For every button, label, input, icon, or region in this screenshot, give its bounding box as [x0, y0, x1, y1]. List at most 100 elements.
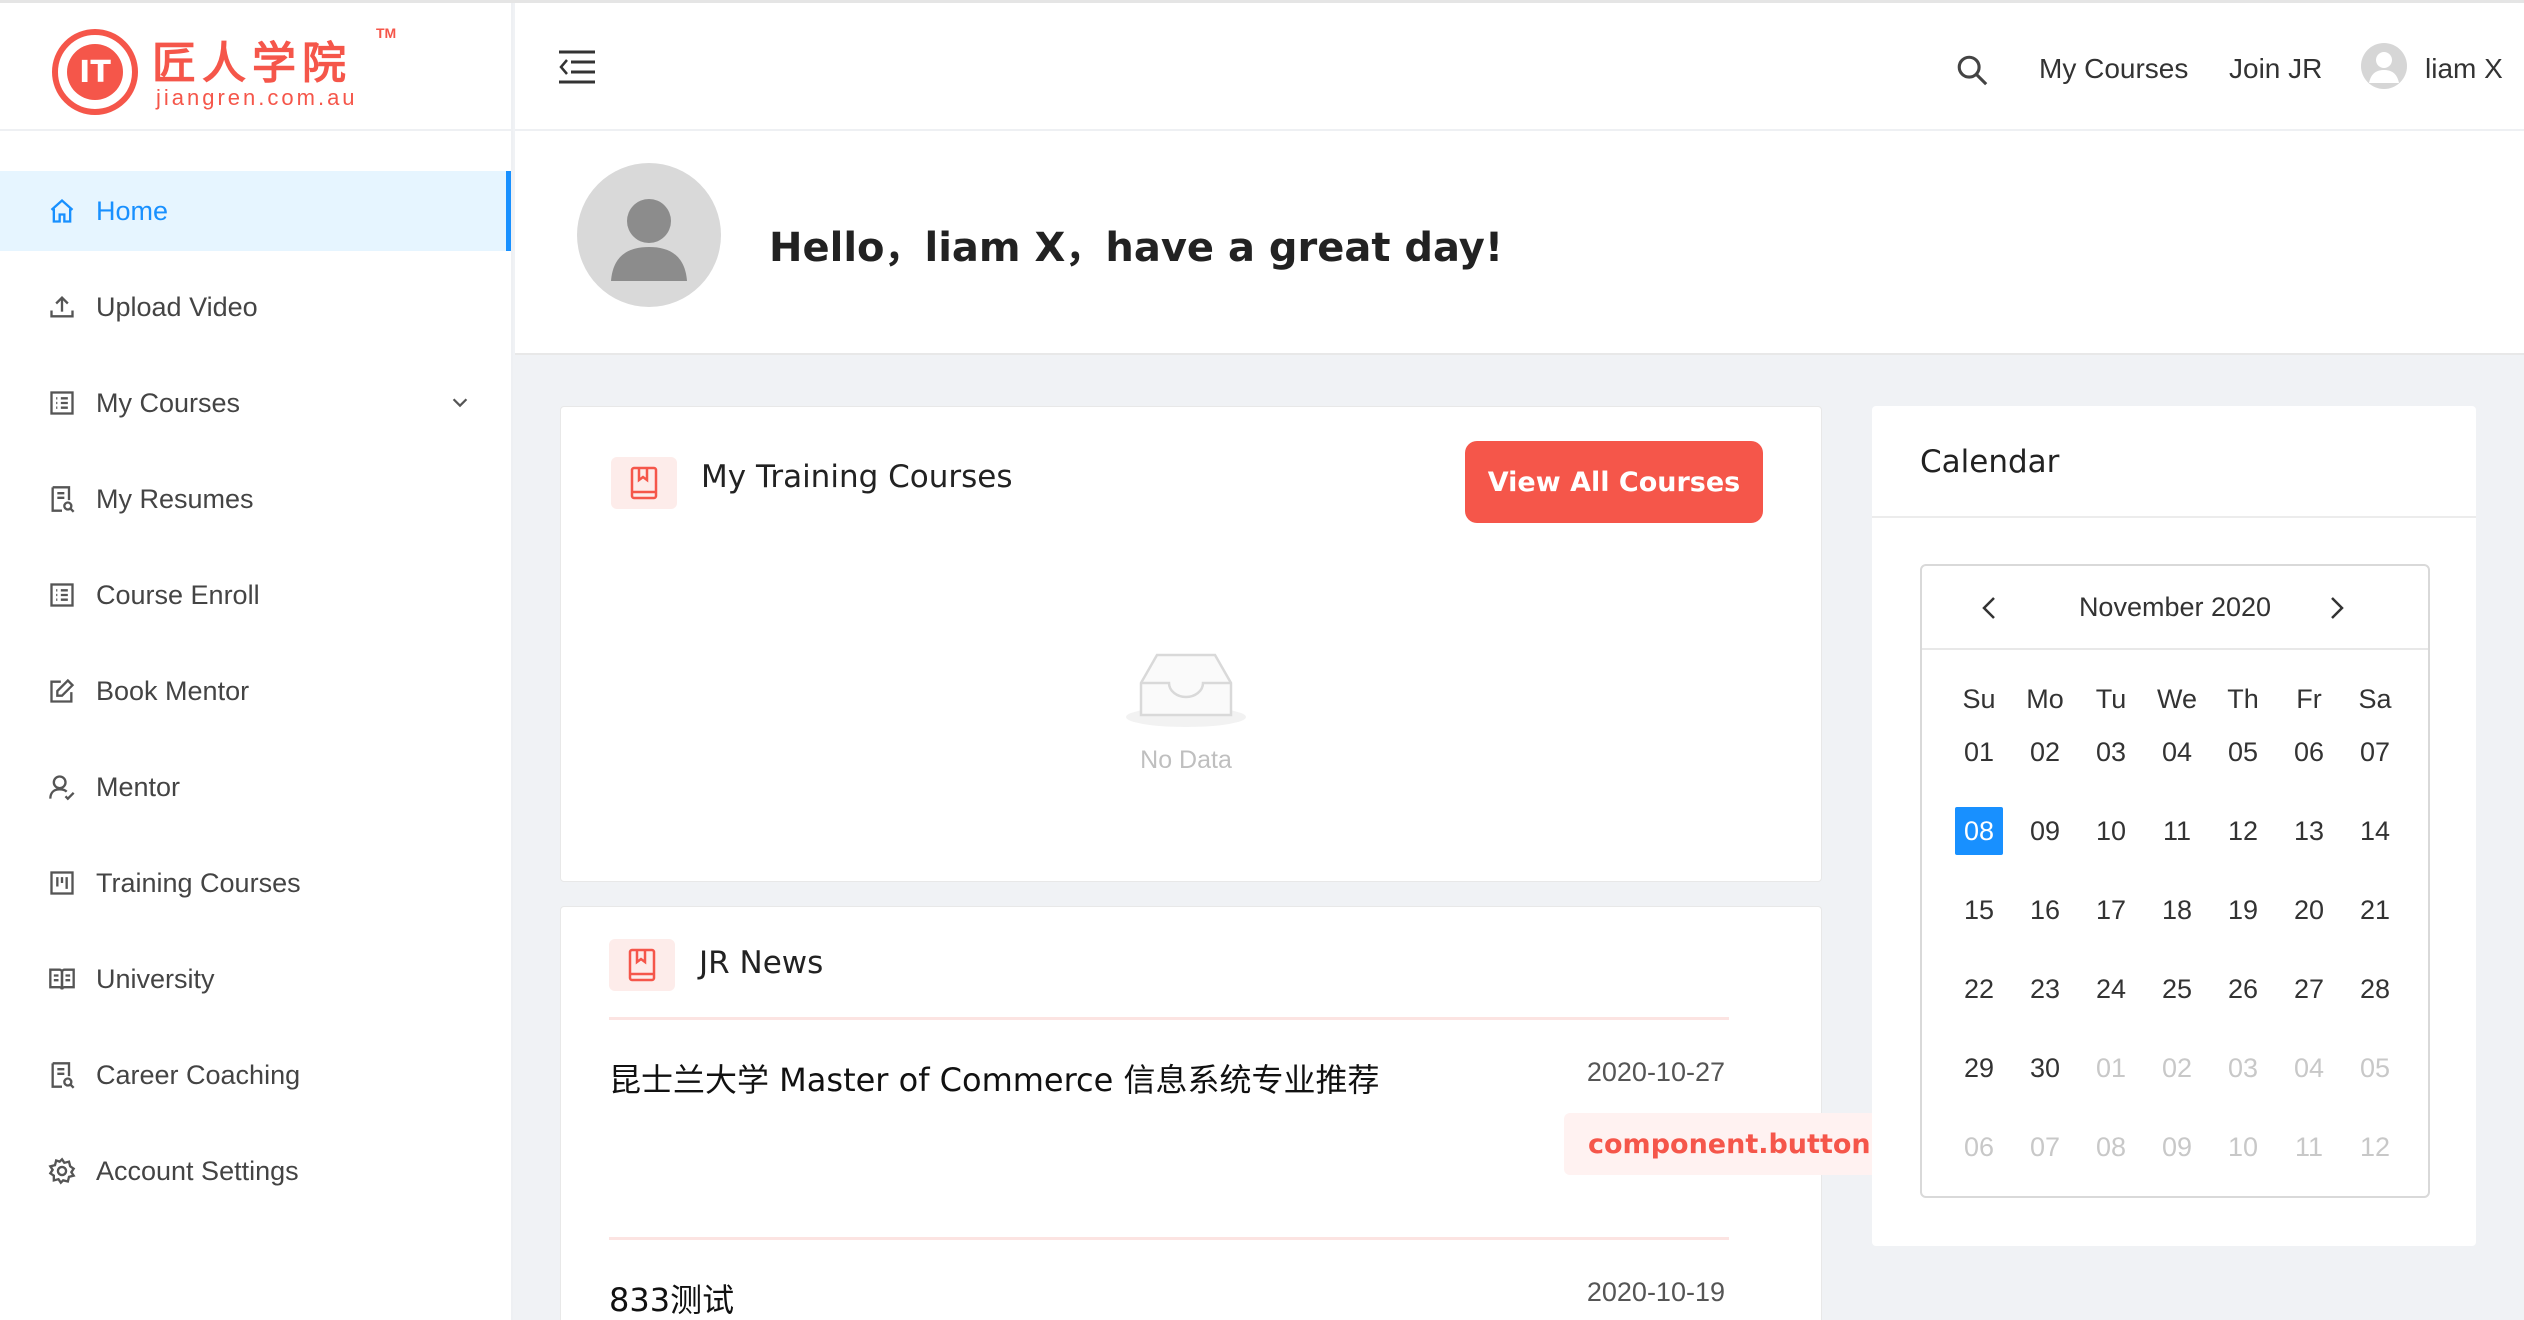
calendar-day[interactable]: 16 [2012, 886, 2078, 965]
calendar-day[interactable]: 26 [2210, 965, 2276, 1044]
training-courses-title: My Training Courses [701, 459, 1013, 495]
logo-tm: TM [376, 25, 397, 41]
calendar-day[interactable]: 02 [2012, 728, 2078, 807]
welcome-banner: Hello，liam X，have a great day! [515, 131, 2524, 355]
calendar-day[interactable]: 10 [2210, 1123, 2276, 1202]
calendar-nav: November 2020 [1922, 566, 2428, 650]
calendar-day[interactable]: 13 [2276, 807, 2342, 886]
header-link-join-jr[interactable]: Join JR [2229, 53, 2322, 85]
calendar-day[interactable]: 08 [2078, 1123, 2144, 1202]
calendar-day[interactable]: 21 [2342, 886, 2408, 965]
calendar-title: Calendar [1920, 444, 2060, 480]
calendar-week: 22 23 24 25 26 27 28 [1946, 965, 2408, 1044]
news-item-date: 2020-10-27 [1586, 1057, 1725, 1087]
calendar-day[interactable]: 07 [2012, 1123, 2078, 1202]
weekday-label: Tu [2095, 684, 2127, 714]
weekday-label: Sa [2358, 684, 2392, 714]
news-title: JR News [699, 945, 824, 981]
calendar-day[interactable]: 01 [1946, 728, 2012, 807]
sidebar-item-course-enroll[interactable]: Course Enroll [0, 555, 511, 635]
calendar-day[interactable]: 07 [2342, 728, 2408, 807]
calendar-day[interactable]: 30 [2012, 1044, 2078, 1123]
calendar-day[interactable]: 12 [2342, 1123, 2408, 1202]
calendar-day[interactable]: 11 [2276, 1123, 2342, 1202]
chevron-right-icon[interactable] [2324, 594, 2348, 627]
sidebar-item-label: Course Enroll [96, 579, 260, 610]
sidebar-item-label: University [96, 963, 215, 994]
calendar-day[interactable]: 04 [2144, 728, 2210, 807]
calendar: November 2020 Su Mo Tu We Th Fr Sa 01 02 0… [1920, 564, 2430, 1198]
calendar-day[interactable]: 29 [1946, 1044, 2012, 1123]
calendar-day[interactable]: 15 [1946, 886, 2012, 965]
selected-day[interactable]: 08 [1955, 807, 2003, 855]
sidebar-item-label: Career Coaching [96, 1059, 301, 1090]
calendar-day[interactable]: 24 [2078, 965, 2144, 1044]
weekday-label: Fr [2296, 684, 2322, 714]
book-icon [48, 965, 76, 993]
calendar-day[interactable]: 17 [2078, 886, 2144, 965]
sidebar-item-home[interactable]: Home [0, 171, 511, 251]
sidebar-item-my-courses[interactable]: My Courses [0, 363, 511, 443]
sidebar-item-career-coaching[interactable]: Career Coaching [0, 1035, 511, 1115]
calendar-day[interactable]: 06 [2276, 728, 2342, 807]
calendar-day[interactable]: 04 [2276, 1044, 2342, 1123]
empty-text: No Data [1140, 746, 1232, 774]
calendar-day[interactable]: 05 [2210, 728, 2276, 807]
logo[interactable]: IT 匠人学院 TM jiangren.com.au [0, 3, 511, 131]
calendar-day[interactable]: 20 [2276, 886, 2342, 965]
news-item-date: 2020-10-19 [1586, 1277, 1725, 1307]
calendar-week: 01 02 03 04 05 06 07 [1946, 728, 2408, 807]
edit-icon [48, 677, 76, 705]
calendar-day[interactable]: 10 [2078, 807, 2144, 886]
calendar-day[interactable]: 27 [2276, 965, 2342, 1044]
calendar-day[interactable]: 06 [1946, 1123, 2012, 1202]
calendar-day[interactable]: 18 [2144, 886, 2210, 965]
sidebar-item-label: Book Mentor [96, 675, 250, 706]
header-link-my-courses[interactable]: My Courses [2039, 53, 2188, 85]
calendar-day[interactable]: 05 [2342, 1044, 2408, 1123]
calendar-day[interactable]: 02 [2144, 1044, 2210, 1123]
sidebar-nav: Home Upload Video My Courses My Resumes [0, 171, 511, 1227]
calendar-day[interactable]: 08 [1946, 807, 2012, 886]
avatar[interactable] [2361, 43, 2407, 89]
view-all-courses-button[interactable]: View All Courses [1465, 441, 1763, 523]
calendar-day[interactable]: 23 [2012, 965, 2078, 1044]
upload-icon [48, 293, 76, 321]
empty-inbox-icon [1121, 653, 1251, 735]
calendar-day[interactable]: 28 [2342, 965, 2408, 1044]
sidebar-item-training-courses[interactable]: Training Courses [0, 843, 511, 923]
calendar-day[interactable]: 01 [2078, 1044, 2144, 1123]
calendar-month[interactable]: November 2020 [1922, 592, 2428, 623]
calendar-day[interactable]: 11 [2144, 807, 2210, 886]
calendar-day[interactable]: 14 [2342, 807, 2408, 886]
calendar-day[interactable]: 09 [2144, 1123, 2210, 1202]
list-icon [48, 581, 76, 609]
sidebar-item-upload-video[interactable]: Upload Video [0, 267, 511, 347]
calendar-day[interactable]: 09 [2012, 807, 2078, 886]
header-user-name[interactable]: liam X [2425, 53, 2503, 85]
sidebar-item-book-mentor[interactable]: Book Mentor [0, 651, 511, 731]
calendar-day[interactable]: 25 [2144, 965, 2210, 1044]
calendar-card: Calendar November 2020 Su Mo Tu We Th Fr… [1872, 406, 2476, 1246]
calendar-day[interactable]: 03 [2210, 1044, 2276, 1123]
calendar-day[interactable]: 03 [2078, 728, 2144, 807]
home-icon [48, 197, 76, 225]
weekday-label: We [2156, 684, 2197, 714]
news-item-title[interactable]: 昆士兰大学 Master of Commerce 信息系统专业推荐 [609, 1055, 1380, 1101]
avatar [577, 163, 721, 307]
sidebar-item-university[interactable]: University [0, 939, 511, 1019]
sidebar-item-account-settings[interactable]: Account Settings [0, 1131, 511, 1211]
chevron-down-icon[interactable] [449, 389, 471, 420]
sidebar-item-mentor[interactable]: Mentor [0, 747, 511, 827]
news-item-title[interactable]: 833测试 [609, 1275, 734, 1320]
resume-icon [48, 485, 76, 513]
sidebar-item-my-resumes[interactable]: My Resumes [0, 459, 511, 539]
search-icon[interactable] [1955, 53, 1989, 92]
calendar-day[interactable]: 19 [2210, 886, 2276, 965]
calendar-day[interactable]: 22 [1946, 965, 2012, 1044]
calendar-week: 08 09 10 11 12 13 14 [1946, 807, 2408, 886]
menu-fold-icon[interactable] [557, 49, 597, 90]
sidebar-item-label: Mentor [96, 771, 181, 802]
logo-name: 匠人学院 [152, 38, 352, 89]
calendar-day[interactable]: 12 [2210, 807, 2276, 886]
